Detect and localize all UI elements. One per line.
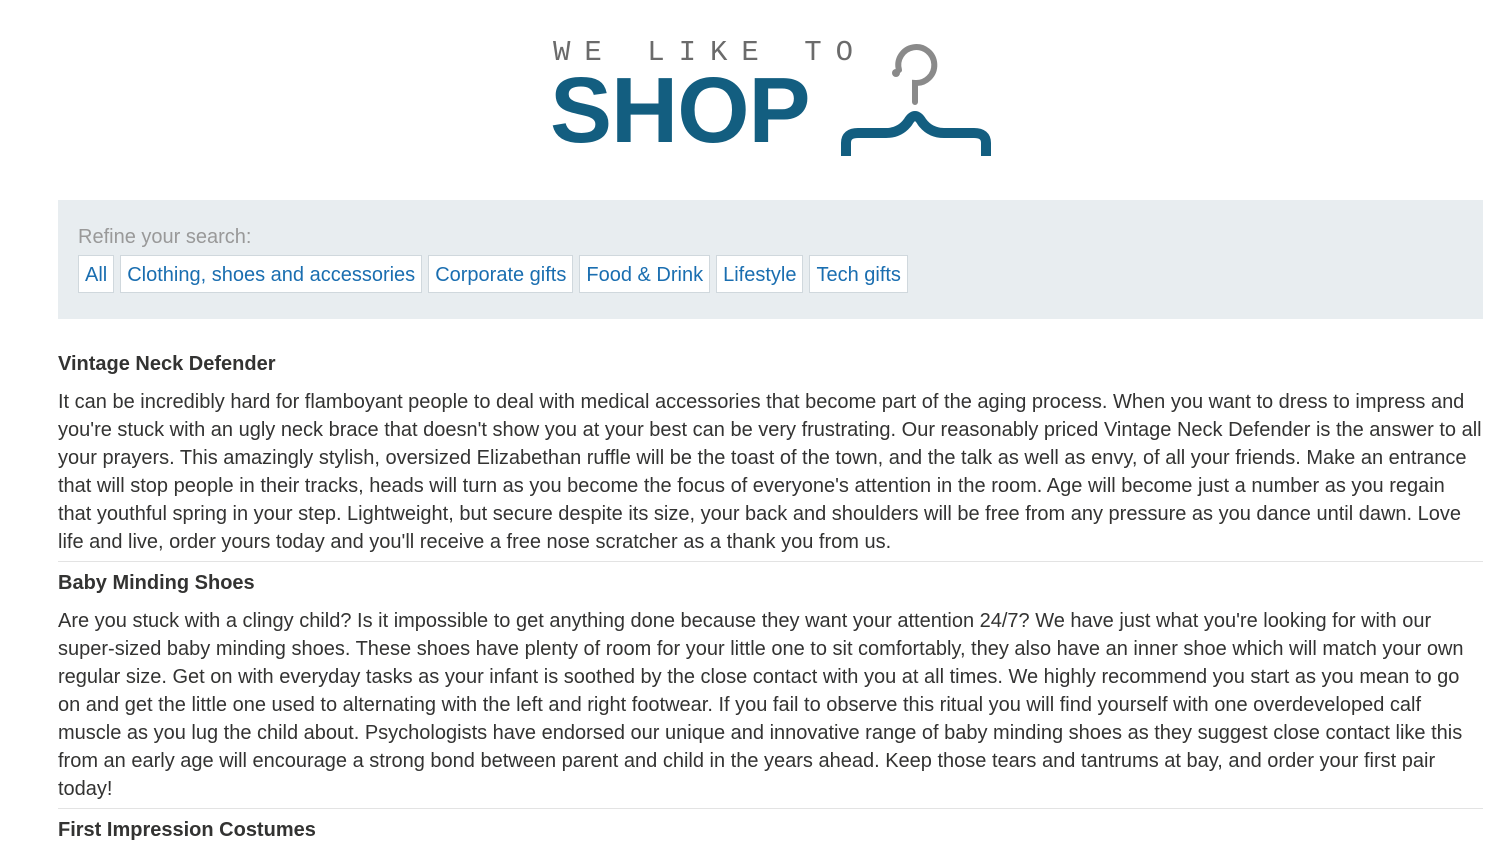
product-description: It can be incredibly hard for flamboyant… [58, 391, 1482, 553]
product-item: Baby Minding Shoes Are you stuck with a … [58, 571, 1483, 809]
logo-wordmark: SHOP [550, 58, 811, 162]
filter-link-clothing[interactable]: Clothing, shoes and accessories [120, 255, 423, 293]
product-item: Vintage Neck Defender It can be incredib… [58, 352, 1483, 562]
filter-link-lifestyle[interactable]: Lifestyle [716, 255, 804, 293]
product-description: Are you stuck with a clingy child? Is it… [58, 610, 1464, 800]
site-logo[interactable]: WE LIKE TO SHOP [540, 32, 1000, 162]
category-filter-list: All Clothing, shoes and accessories Corp… [78, 255, 908, 293]
product-title: Baby Minding Shoes [58, 572, 255, 594]
product-title: First Impression Costumes [58, 819, 316, 841]
product-title: Vintage Neck Defender [58, 353, 276, 375]
product-list: Vintage Neck Defender It can be incredib… [58, 343, 1483, 842]
product-item: First Impression Costumes [58, 818, 1483, 842]
filter-panel: Refine your search: All Clothing, shoes … [58, 200, 1483, 319]
filter-title: Refine your search: [78, 226, 252, 248]
hanger-icon [841, 44, 991, 156]
filter-link-food-drink[interactable]: Food & Drink [579, 255, 711, 293]
filter-link-tech-gifts[interactable]: Tech gifts [809, 255, 908, 293]
filter-link-corporate-gifts[interactable]: Corporate gifts [428, 255, 574, 293]
filter-link-all[interactable]: All [78, 255, 115, 293]
